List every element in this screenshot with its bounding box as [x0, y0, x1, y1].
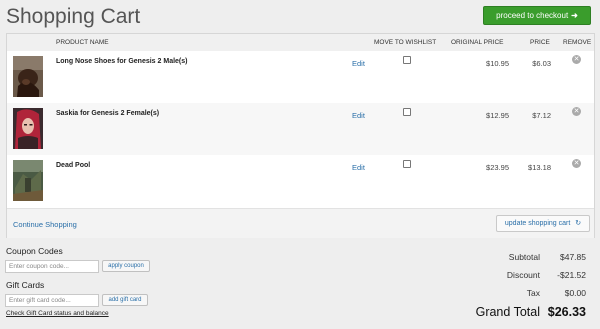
price: $13.18 [528, 163, 551, 172]
table-header: PRODUCT NAME MOVE TO WISHLIST ORIGINAL P… [7, 34, 594, 51]
coupon-codes-label: Coupon Codes [6, 246, 63, 256]
remove-icon[interactable]: ✕ [572, 159, 581, 168]
coupon-input[interactable] [5, 260, 99, 273]
update-label: update shopping cart [504, 220, 571, 227]
product-thumbnail[interactable] [13, 108, 43, 149]
edit-link[interactable]: Edit [352, 163, 365, 172]
product-name[interactable]: Dead Pool [56, 162, 90, 169]
product-thumbnail[interactable] [13, 160, 43, 201]
grand-total-value: $26.33 [547, 305, 586, 319]
table-row: Saskia for Genesis 2 Female(s) Edit $12.… [7, 103, 594, 155]
price: $6.03 [532, 59, 551, 68]
discount-value: -$21.52 [557, 270, 586, 280]
update-shopping-cart-button[interactable]: update shopping cart ↻ [496, 215, 590, 232]
arrow-right-icon: ➜ [571, 11, 578, 20]
checkout-label: proceed to checkout [496, 11, 569, 20]
proceed-to-checkout-button[interactable]: proceed to checkout ➜ [483, 6, 591, 25]
product-name[interactable]: Long Nose Shoes for Genesis 2 Male(s) [56, 58, 187, 65]
edit-link[interactable]: Edit [352, 59, 365, 68]
table-row: Long Nose Shoes for Genesis 2 Male(s) Ed… [7, 51, 594, 103]
gift-cards-label: Gift Cards [6, 280, 45, 290]
subtotal-value: $47.85 [560, 252, 586, 262]
wishlist-checkbox[interactable] [403, 160, 411, 168]
header-price: PRICE [530, 39, 550, 46]
original-price: $10.95 [486, 59, 509, 68]
discount-label: Discount [506, 270, 540, 280]
header-remove: REMOVE [563, 39, 592, 46]
continue-shopping-link[interactable]: Continue Shopping [13, 220, 77, 229]
wishlist-checkbox[interactable] [403, 56, 411, 64]
add-gift-card-button[interactable]: add gift card [102, 294, 148, 306]
remove-icon[interactable]: ✕ [572, 107, 581, 116]
table-row: Dead Pool Edit $23.95 $13.18 ✕ [7, 155, 594, 207]
subtotal-label: Subtotal [508, 252, 540, 262]
page-title: Shopping Cart [6, 5, 141, 28]
header-original-price: ORIGINAL PRICE [451, 39, 504, 46]
original-price: $23.95 [486, 163, 509, 172]
wishlist-checkbox[interactable] [403, 108, 411, 116]
cart-footer: Continue Shopping update shopping cart ↻ [7, 208, 594, 238]
grand-total-label: Grand Total [475, 305, 540, 319]
tax-value: $0.00 [564, 288, 586, 298]
remove-icon[interactable]: ✕ [572, 55, 581, 64]
gift-card-input[interactable] [5, 294, 99, 307]
price: $7.12 [532, 111, 551, 120]
original-price: $12.95 [486, 111, 509, 120]
tax-label: Tax [526, 288, 540, 298]
gift-card-status-link[interactable]: Check Gift Card status and balance [6, 310, 109, 317]
refresh-icon: ↻ [575, 220, 582, 227]
cart-table: PRODUCT NAME MOVE TO WISHLIST ORIGINAL P… [6, 33, 595, 238]
header-move-to-wishlist: MOVE TO WISHLIST [374, 39, 437, 46]
product-name[interactable]: Saskia for Genesis 2 Female(s) [56, 110, 159, 117]
edit-link[interactable]: Edit [352, 111, 365, 120]
apply-coupon-button[interactable]: apply coupon [102, 260, 150, 272]
product-thumbnail[interactable] [13, 56, 43, 97]
header-product-name: PRODUCT NAME [56, 39, 109, 46]
